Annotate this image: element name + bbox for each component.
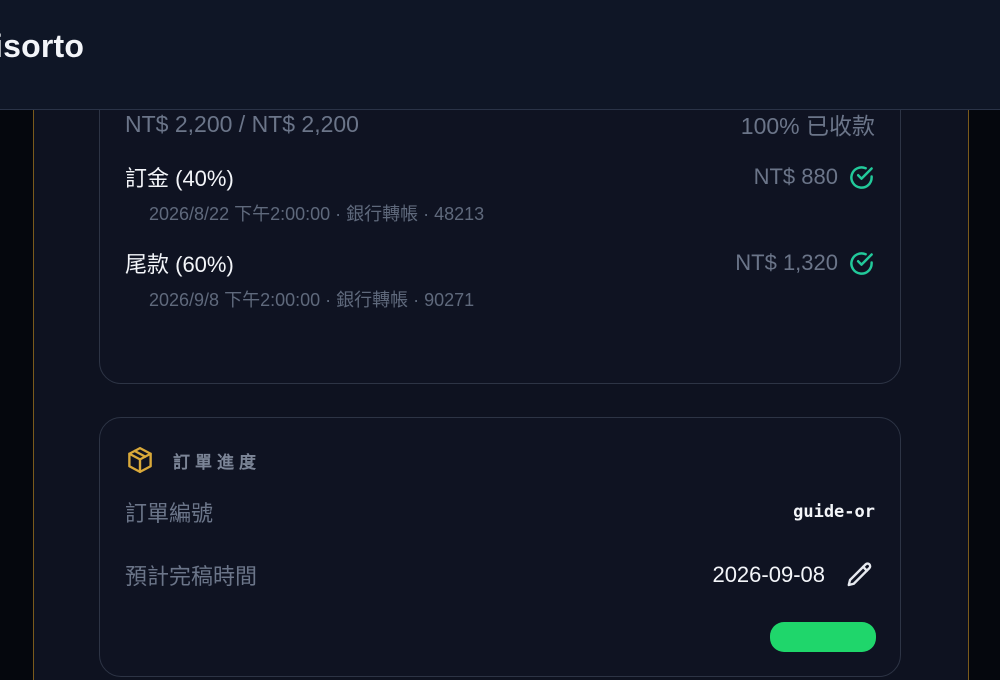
check-circle-icon	[850, 165, 873, 189]
payment-item-detail: 2026/9/8 下午2:00:00 · 銀行轉帳 · 90271	[149, 290, 475, 310]
payment-item-amount-wrap: NT$ 880	[754, 164, 875, 191]
payment-total: NT$ 2,200 / NT$ 2,200	[125, 110, 359, 137]
payment-item-final: 尾款 (60%) NT$ 1,320	[125, 247, 875, 279]
payment-item-deposit: 訂金 (40%) NT$ 880	[125, 161, 875, 193]
top-bar: isorto	[0, 0, 1000, 110]
payment-item-amount: NT$ 880	[753, 164, 838, 189]
payment-item-detail: 2026/8/22 下午2:00:00 · 銀行轉帳 · 48213	[149, 204, 485, 224]
order-number-value: guide-or	[793, 502, 875, 522]
payment-status: 100% 已收款	[740, 113, 875, 139]
section-title: 訂單進度	[173, 452, 261, 472]
payment-item-label: 尾款 (60%)	[125, 252, 234, 277]
due-date-wrap: 2026-09-08	[712, 560, 875, 590]
order-number-row: 訂單編號 guide-or	[125, 496, 875, 528]
order-number-label: 訂單編號	[125, 501, 214, 526]
package-icon	[128, 446, 152, 474]
pencil-icon[interactable]	[845, 560, 875, 590]
payment-item-amount: NT$ 1,320	[735, 250, 838, 275]
payment-item-amount-wrap: NT$ 1,320	[735, 250, 875, 277]
payment-item-label: 訂金 (40%)	[125, 166, 234, 191]
section-header: 訂單進度	[125, 445, 261, 475]
due-date-label: 預計完稿時間	[125, 564, 258, 589]
check-circle-icon	[850, 251, 873, 275]
due-date-value: 2026-09-08	[712, 562, 825, 587]
app-title[interactable]: isorto	[0, 28, 84, 65]
due-date-row: 預計完稿時間 2026-09-08	[125, 559, 875, 591]
status-pill[interactable]	[770, 622, 876, 652]
payment-summary: NT$ 2,200 / NT$ 2,200 100% 已收款	[125, 107, 875, 141]
